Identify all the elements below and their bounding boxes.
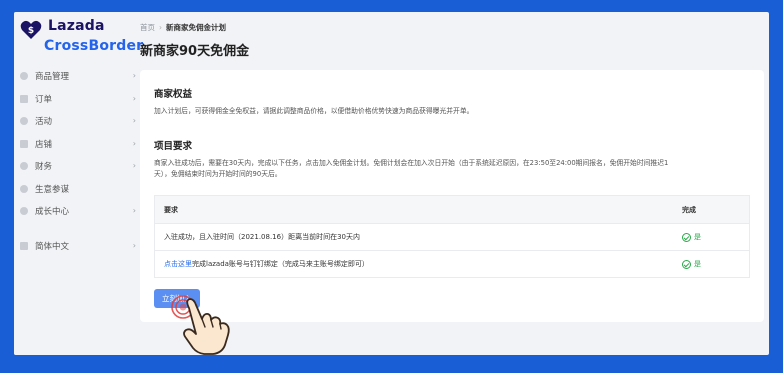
sidebar-item-products[interactable]: 商品管理 › <box>14 65 140 88</box>
requirements-text-line1: 商家入驻成功后，需要在30天内，完成以下任务，点击加入免佣金计划。免佣计划会在加… <box>154 159 669 167</box>
sidebar-item-store[interactable]: 店铺 › <box>14 133 140 156</box>
done-badge: 是 <box>682 232 701 242</box>
requirements-text-line2: 天），免佣结束时间为开始时间的90天后。 <box>154 170 282 178</box>
page-title: 新商家90天免佣金 <box>140 44 250 59</box>
logo-text-crossborder: CrossBorder <box>44 38 144 54</box>
sidebar-item-label: 生意参谋 <box>35 184 70 195</box>
lazada-crossborder-logo[interactable]: $ Lazada CrossBorder <box>20 18 143 58</box>
sidebar-item-activities[interactable]: 活动 › <box>14 110 140 133</box>
breadcrumb: 首页 › 新商家免佣金计划 <box>140 22 226 33</box>
box-icon <box>20 72 28 81</box>
sidebar-item-label: 商品管理 <box>35 72 70 83</box>
column-header-requirement: 要求 <box>164 205 178 214</box>
sidebar-item-label: 财务 <box>35 162 53 173</box>
sidebar-menu: 商品管理 › 订单 › 活动 › 店铺 › 财务 › 生意参谋 成长中心 › 简… <box>14 65 140 257</box>
done-cell: 是 <box>672 224 749 250</box>
activity-icon <box>20 117 28 126</box>
chevron-right-icon: › <box>132 116 136 125</box>
table-row: 入驻成功，且入驻时间（2021.08.16）距离当前时间在30天内 是 <box>155 223 749 250</box>
chevron-right-icon: › <box>132 161 136 170</box>
requirements-title: 项目要求 <box>154 141 193 152</box>
sidebar-item-label: 订单 <box>35 94 53 105</box>
done-text: 是 <box>694 260 701 268</box>
sidebar-item-label: 成长中心 <box>35 207 70 218</box>
requirement-text: 完成lazada账号与钉钉绑定（完成马来主账号绑定即可） <box>192 260 369 268</box>
menu-gap <box>14 223 140 235</box>
table-row: 点击这里 完成lazada账号与钉钉绑定（完成马来主账号绑定即可） 是 <box>155 250 749 277</box>
column-header-done: 完成 <box>682 205 696 214</box>
sidebar-item-language[interactable]: 简体中文 › <box>14 235 140 258</box>
sidebar-item-label: 简体中文 <box>35 241 70 252</box>
click-here-link[interactable]: 点击这里 <box>164 259 192 269</box>
sidebar: $ Lazada CrossBorder 商品管理 › 订单 › 活动 › 店铺… <box>14 12 143 355</box>
requirements-table: 要求 完成 入驻成功，且入驻时间（2021.08.16）距离当前时间在30天内 … <box>154 195 750 278</box>
tap-hand-pointer-icon <box>171 295 230 355</box>
breadcrumb-current: 新商家免佣金计划 <box>166 23 226 32</box>
requirement-text: 入驻成功，且入驻时间（2021.08.16）距离当前时间在30天内 <box>164 233 360 241</box>
content-card: 商家权益 加入计划后，可获得佣金全免权益，请据此调整商品价格，以便借助价格优势快… <box>140 70 764 322</box>
chevron-right-icon: › <box>132 240 136 250</box>
done-cell: 是 <box>672 251 749 277</box>
requirement-cell: 点击这里 完成lazada账号与钉钉绑定（完成马来主账号绑定即可） <box>155 251 672 277</box>
lazada-heart-icon: $ <box>20 20 42 39</box>
insight-icon <box>20 184 28 193</box>
requirement-cell: 入驻成功，且入驻时间（2021.08.16）距离当前时间在30天内 <box>155 224 672 250</box>
sidebar-item-label: 活动 <box>35 117 53 128</box>
check-circle-icon <box>682 259 691 269</box>
growth-icon <box>20 207 28 216</box>
breadcrumb-separator: › <box>159 23 162 32</box>
sidebar-item-orders[interactable]: 订单 › <box>14 88 140 111</box>
done-badge: 是 <box>682 259 701 269</box>
benefit-title: 商家权益 <box>154 89 193 100</box>
logo-text-lazada: Lazada <box>48 18 105 34</box>
sidebar-item-label: 店铺 <box>35 139 53 150</box>
chevron-right-icon: › <box>132 71 136 80</box>
chevron-right-icon: › <box>132 206 136 215</box>
check-circle-icon <box>682 232 691 242</box>
order-icon <box>20 94 28 103</box>
svg-text:$: $ <box>28 26 34 36</box>
sidebar-item-finance[interactable]: 财务 › <box>14 155 140 178</box>
table-header-row: 要求 完成 <box>155 196 749 223</box>
sidebar-item-growth[interactable]: 成长中心 › <box>14 200 140 223</box>
sidebar-item-insights[interactable]: 生意参谋 <box>14 178 140 201</box>
chevron-right-icon: › <box>132 138 136 148</box>
benefit-text: 加入计划后，可获得佣金全免权益，请据此调整商品价格，以便借助价格优势快速为商品获… <box>154 107 474 115</box>
language-icon <box>20 241 28 250</box>
store-icon <box>20 139 28 148</box>
done-text: 是 <box>694 233 701 241</box>
finance-icon <box>20 162 28 171</box>
app-frame: $ Lazada CrossBorder 商品管理 › 订单 › 活动 › 店铺… <box>14 12 769 355</box>
breadcrumb-home[interactable]: 首页 <box>140 23 155 32</box>
chevron-right-icon: › <box>132 93 136 103</box>
